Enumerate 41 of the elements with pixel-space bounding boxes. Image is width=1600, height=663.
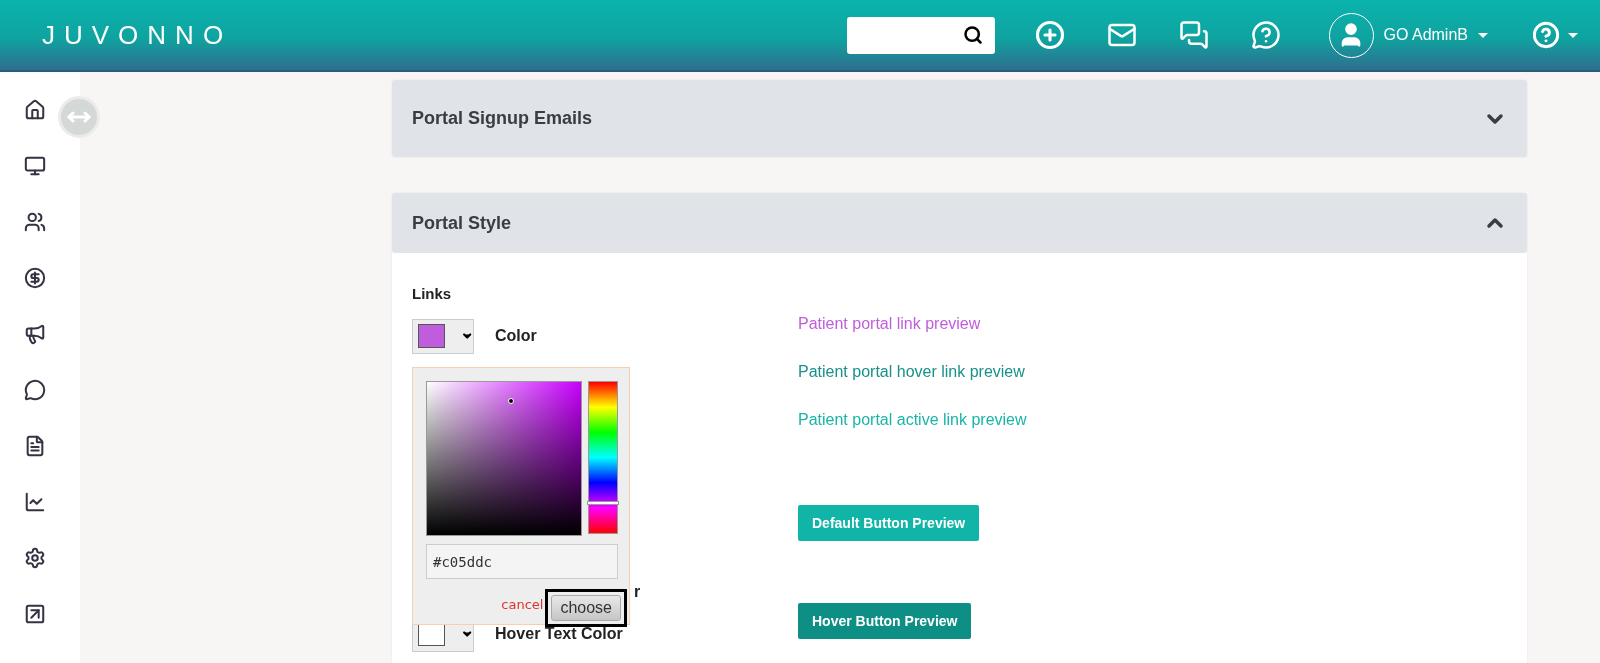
hex-input[interactable]: #c05ddc <box>426 544 618 579</box>
document-icon[interactable] <box>24 435 46 457</box>
home-icon[interactable] <box>24 99 46 121</box>
field-label: Hover Text Color <box>495 625 623 643</box>
line-chart-icon[interactable] <box>24 491 46 513</box>
preview-button[interactable]: Hover Button Preview <box>798 603 972 639</box>
add-icon[interactable] <box>1034 20 1065 50</box>
collapse-toggle[interactable] <box>58 96 100 138</box>
hue-slider[interactable] <box>588 381 618 534</box>
panel-title: Portal Style <box>412 212 512 234</box>
dollar-icon[interactable] <box>24 267 46 289</box>
section-heading: Links <box>412 285 453 302</box>
cancel-link[interactable]: cancel <box>501 597 544 612</box>
search-icon[interactable] <box>962 25 983 45</box>
panel-header[interactable]: Portal Style <box>392 193 1527 253</box>
external-link-icon[interactable] <box>24 603 46 625</box>
preview-button[interactable]: Default Button Preview <box>798 505 980 541</box>
hue-handle[interactable] <box>587 501 619 506</box>
panel-header[interactable]: Portal Signup Emails <box>392 80 1527 157</box>
color-picker-button[interactable] <box>412 318 474 354</box>
search-field[interactable] <box>846 16 995 54</box>
panel-title: Portal Signup Emails <box>412 108 593 129</box>
monitor-icon[interactable] <box>24 155 46 177</box>
link-preview[interactable]: Patient portal active link preview <box>798 411 1027 459</box>
megaphone-icon[interactable] <box>24 323 46 345</box>
logo[interactable]: JUVONNO <box>42 19 233 51</box>
caret-icon[interactable] <box>1478 32 1488 38</box>
chat-question-icon[interactable] <box>1250 20 1281 50</box>
settings-icon[interactable] <box>24 547 46 569</box>
choose-button[interactable]: choose <box>545 589 627 627</box>
link-preview[interactable]: Patient portal link preview <box>798 315 1027 363</box>
user-menu[interactable]: GO AdminB <box>1383 26 1468 44</box>
field-label: r <box>634 583 641 601</box>
saturation-field[interactable] <box>426 381 582 536</box>
help-icon[interactable] <box>1532 21 1560 49</box>
field-label: Color <box>495 327 537 345</box>
people-icon[interactable] <box>24 211 46 233</box>
link-preview[interactable]: Patient portal hover link preview <box>798 363 1027 411</box>
caret-icon[interactable] <box>1568 32 1578 38</box>
chat-bubbles-icon[interactable] <box>1178 20 1209 50</box>
chat-bubble-icon[interactable] <box>24 379 46 401</box>
